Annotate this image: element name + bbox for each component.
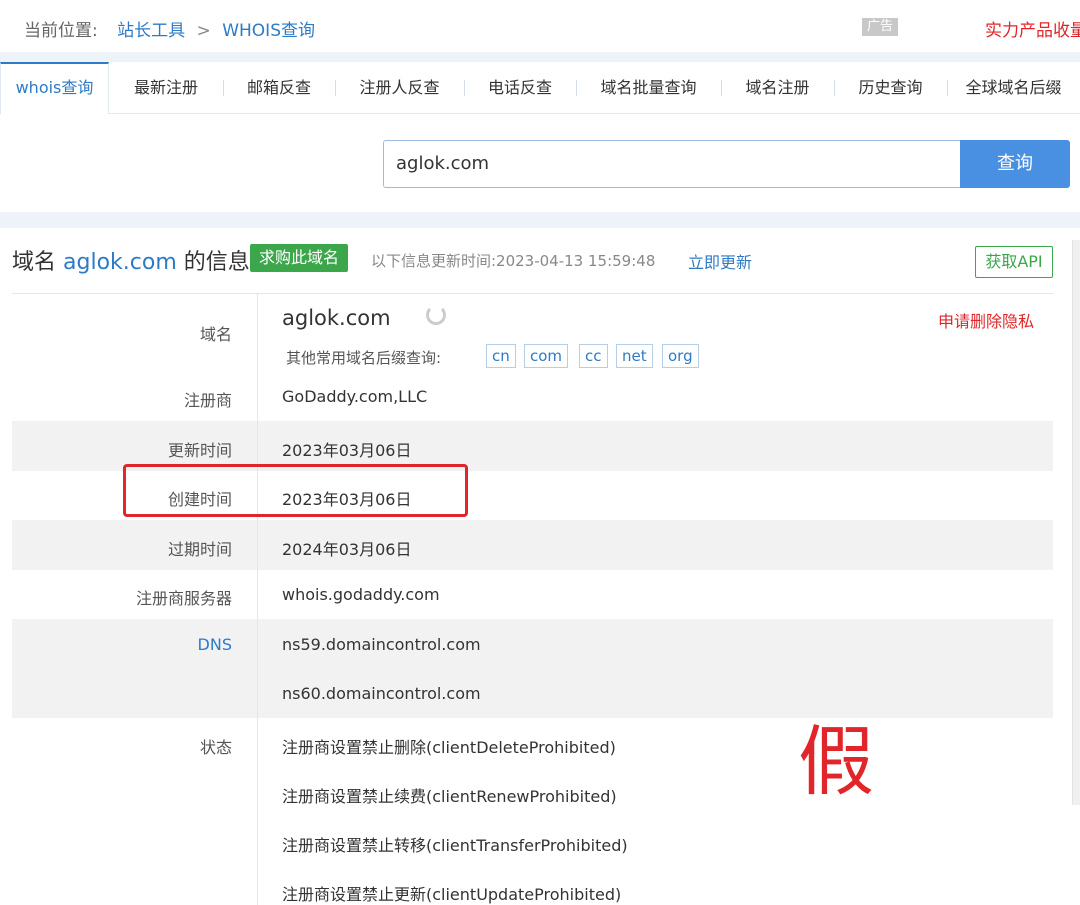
creation-date-highlight-box xyxy=(123,464,468,517)
tab-history[interactable]: 历史查询 xyxy=(834,62,947,114)
tab-phone-lookup[interactable]: 电话反查 xyxy=(464,62,576,114)
value-domain: aglok.com xyxy=(282,306,391,330)
tab-global-suffixes[interactable]: 全球域名后缀 xyxy=(947,62,1080,114)
search-input[interactable]: aglok.com xyxy=(383,140,961,188)
value-expires: 2024年03月06日 xyxy=(282,540,412,559)
request-privacy-removal-link[interactable]: 申请删除隐私 xyxy=(938,308,1034,332)
tab-bar: whois查询 最新注册 邮箱反查 注册人反查 电话反查 域名批量查询 域名注册… xyxy=(0,62,1080,115)
breadcrumb-bar: 当前位置: 站长工具 > WHOIS查询 广告 实力产品收量 xyxy=(0,0,1080,52)
value-dns-2: ns60.domaincontrol.com xyxy=(282,684,481,703)
column-divider xyxy=(257,294,258,905)
label-registrar: 注册商 xyxy=(183,391,232,410)
whois-info-panel: 域名 aglok.com 的信息 求购此域名 以下信息更新时间:2023-04-… xyxy=(0,228,1080,905)
value-status-3: 注册商设置禁止转移(clientTransferProhibited) xyxy=(282,836,628,855)
tab-registrant-lookup[interactable]: 注册人反查 xyxy=(335,62,464,114)
page-title: 域名 aglok.com 的信息 xyxy=(12,244,250,276)
label-expires: 过期时间 xyxy=(167,540,232,559)
refresh-icon[interactable] xyxy=(426,305,446,325)
tab-whois[interactable]: whois查询 xyxy=(0,62,109,115)
tab-batch-query[interactable]: 域名批量查询 xyxy=(576,62,721,114)
buy-domain-button[interactable]: 求购此域名 xyxy=(250,244,349,272)
title-prefix: 域名 xyxy=(12,250,57,275)
divider xyxy=(12,293,1053,294)
suffix-org[interactable]: org xyxy=(662,344,699,368)
breadcrumb-current[interactable]: WHOIS查询 xyxy=(222,21,315,41)
breadcrumb-home-link[interactable]: 站长工具 xyxy=(117,21,185,41)
search-area: aglok.com 查询 xyxy=(0,114,1080,212)
suffix-com[interactable]: com xyxy=(524,344,569,368)
title-domain: aglok.com xyxy=(63,250,177,275)
suffix-cc[interactable]: cc xyxy=(579,344,608,368)
title-suffix: 的信息 xyxy=(183,250,250,275)
value-status-4: 注册商设置禁止更新(clientUpdateProhibited) xyxy=(282,885,622,904)
suffix-query-label: 其他常用域名后缀查询: xyxy=(286,349,442,367)
label-domain: 域名 xyxy=(199,325,232,344)
tab-domain-register[interactable]: 域名注册 xyxy=(721,62,834,114)
suffix-cn[interactable]: cn xyxy=(486,344,516,368)
tab-email-lookup[interactable]: 邮箱反查 xyxy=(223,62,335,114)
row-background xyxy=(12,619,1053,718)
value-status-2: 注册商设置禁止续费(clientRenewProhibited) xyxy=(282,787,617,806)
update-time-text: 以下信息更新时间:2023-04-13 15:59:48 xyxy=(371,252,656,270)
breadcrumb: 当前位置: 站长工具 > WHOIS查询 xyxy=(24,16,315,41)
ad-badge: 广告 xyxy=(862,18,898,36)
fake-annotation: 假 xyxy=(798,717,874,806)
ad-link[interactable]: 实力产品收量 xyxy=(985,16,1080,41)
label-status: 状态 xyxy=(199,738,232,757)
side-scroll-strip xyxy=(1072,240,1080,805)
value-whois-server[interactable]: whois.godaddy.com xyxy=(282,585,440,604)
breadcrumb-separator: > xyxy=(196,21,211,41)
get-api-button[interactable]: 获取API xyxy=(975,246,1053,278)
breadcrumb-prefix: 当前位置: xyxy=(24,21,98,41)
value-status-1: 注册商设置禁止删除(clientDeleteProhibited) xyxy=(282,738,616,757)
tab-latest-registered[interactable]: 最新注册 xyxy=(109,62,223,114)
label-updated: 更新时间 xyxy=(167,441,232,460)
update-now-link[interactable]: 立即更新 xyxy=(688,249,752,273)
label-dns[interactable]: DNS xyxy=(12,635,232,654)
value-dns-1: ns59.domaincontrol.com xyxy=(282,635,481,654)
value-registrar: GoDaddy.com,LLC xyxy=(282,387,428,406)
suffix-net[interactable]: net xyxy=(616,344,653,368)
query-button[interactable]: 查询 xyxy=(960,140,1070,188)
label-whois-server: 注册商服务器 xyxy=(135,589,232,608)
value-updated: 2023年03月06日 xyxy=(282,441,412,460)
